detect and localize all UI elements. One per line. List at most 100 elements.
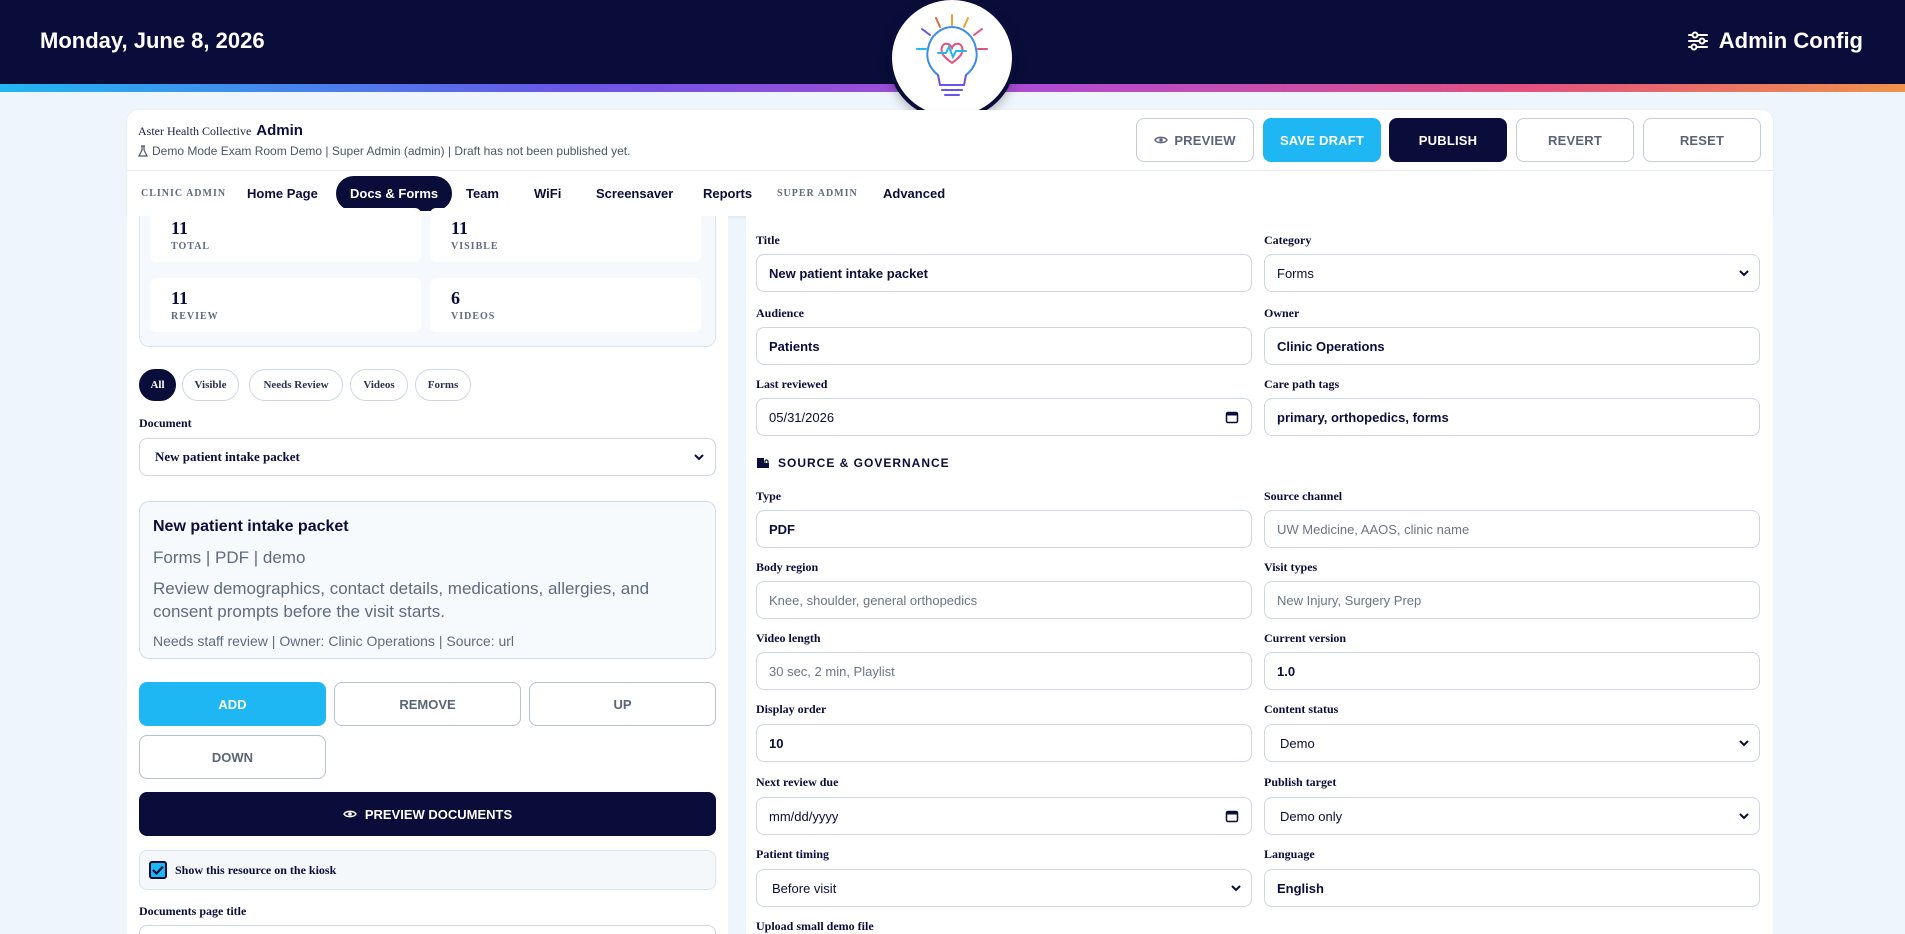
tab-docs-forms[interactable]: Docs & Forms (336, 176, 453, 211)
filter-visible[interactable]: Visible (182, 369, 239, 401)
patient-timing-select[interactable]: Before visit (756, 869, 1252, 907)
preview-documents-button[interactable]: PREVIEW DOCUMENTS (139, 792, 716, 836)
tab-reports[interactable]: Reports (703, 176, 752, 211)
tab-team[interactable]: Team (466, 176, 499, 211)
language-label: Language (1264, 847, 1315, 861)
chevron-down-icon (694, 454, 704, 461)
language-input[interactable]: English (1264, 869, 1760, 907)
tab-screensaver[interactable]: Screensaver (596, 176, 673, 211)
save-draft-button[interactable]: SAVE DRAFT (1263, 118, 1381, 162)
filter-forms[interactable]: Forms (415, 369, 471, 401)
kiosk-visibility-label: Show this resource on the kiosk (175, 862, 337, 877)
body-region-input[interactable]: Knee, shoulder, general orthopedics (756, 581, 1252, 619)
last-reviewed-value: 05/31/2026 (769, 409, 835, 425)
publish-target-label: Publish target (1264, 775, 1337, 789)
current-version-label: Current version (1264, 631, 1347, 645)
filter-videos[interactable]: Videos (350, 369, 408, 401)
title-input[interactable]: New patient intake packet (756, 254, 1252, 292)
content-status-label: Content status (1264, 702, 1339, 716)
org-line: Aster Health Collective Admin (138, 122, 303, 139)
stat-videos: 6 VIDEOS (430, 278, 701, 332)
org-name: Aster Health Collective (138, 124, 252, 138)
patient-timing-value: Before visit (772, 880, 837, 896)
up-button[interactable]: UP (529, 682, 716, 726)
chevron-down-icon (1739, 740, 1749, 747)
visit-types-label: Visit types (1264, 560, 1318, 574)
display-order-label: Display order (756, 702, 827, 716)
next-review-placeholder: mm/dd/yyyy (769, 808, 839, 824)
last-reviewed-date-input[interactable]: 05/31/2026 (756, 398, 1252, 436)
down-button[interactable]: DOWN (139, 735, 326, 779)
eye-icon (343, 810, 357, 818)
document-summary-card: New patient intake packet Forms | PDF | … (139, 501, 716, 659)
content-status-select[interactable]: Demo (1264, 724, 1760, 762)
audience-label: Audience (756, 306, 804, 320)
document-card-title: New patient intake packet (153, 518, 349, 535)
documents-page-title-label: Documents page title (139, 904, 247, 918)
documents-page-title-input[interactable] (139, 925, 716, 934)
chevron-down-icon (1739, 270, 1749, 277)
chevron-down-icon (1739, 813, 1749, 820)
reset-button[interactable]: RESET (1643, 118, 1761, 162)
next-review-date-input[interactable]: mm/dd/yyyy (756, 797, 1252, 835)
category-label: Category (1264, 233, 1312, 247)
visit-types-input[interactable]: New Injury, Surgery Prep (1264, 581, 1760, 619)
stat-label: VIDEOS (451, 311, 496, 322)
document-editor-panel: Title New patient intake packet Category… (746, 216, 1773, 934)
calendar-icon[interactable] (1225, 809, 1239, 823)
video-length-input[interactable]: 30 sec, 2 min, Playlist (756, 652, 1252, 690)
admin-config-label: Admin Config (1718, 28, 1863, 53)
calendar-icon[interactable] (1225, 410, 1239, 424)
tab-wifi[interactable]: WiFi (534, 176, 561, 211)
admin-config-button[interactable]: Admin Config (1687, 28, 1863, 54)
stat-value: 11 (171, 218, 189, 238)
stat-value: 6 (451, 288, 460, 308)
care-path-tags-input[interactable]: primary, orthopedics, forms (1264, 398, 1760, 436)
stat-value: 11 (451, 218, 469, 238)
stat-visible: 11 VISIBLE (430, 208, 701, 262)
check-icon (152, 865, 164, 875)
display-order-input[interactable]: 10 (756, 724, 1252, 762)
tab-advanced[interactable]: Advanced (883, 176, 945, 211)
publish-target-select[interactable]: Demo only (1264, 797, 1760, 835)
stat-value: 11 (171, 288, 189, 308)
add-button[interactable]: ADD (139, 682, 326, 726)
owner-label: Owner (1264, 306, 1300, 320)
filter-needs-review[interactable]: Needs Review (249, 369, 343, 401)
owner-input[interactable]: Clinic Operations (1264, 327, 1760, 365)
upload-label: Upload small demo file (756, 919, 874, 933)
stat-label: REVIEW (171, 311, 219, 322)
preview-button[interactable]: PREVIEW (1136, 118, 1254, 162)
admin-role: Admin (256, 122, 303, 139)
body-region-label: Body region (756, 560, 819, 574)
document-select[interactable]: New patient intake packet (139, 438, 716, 476)
source-channel-label: Source channel (1264, 489, 1343, 503)
video-length-label: Video length (756, 631, 821, 645)
revert-button[interactable]: REVERT (1516, 118, 1634, 162)
stat-label: VISIBLE (451, 241, 499, 252)
publish-target-value: Demo only (1280, 808, 1343, 824)
document-select-value: New patient intake packet (155, 449, 300, 464)
patient-timing-label: Patient timing (756, 847, 829, 861)
type-input[interactable]: PDF (756, 510, 1252, 548)
audience-input[interactable]: Patients (756, 327, 1252, 365)
building-lock-icon (757, 458, 769, 468)
category-select[interactable]: Forms (1264, 254, 1760, 292)
next-review-label: Next review due (756, 775, 839, 789)
current-date: Monday, June 8, 2026 (40, 28, 265, 53)
remove-button[interactable]: REMOVE (334, 682, 521, 726)
last-reviewed-label: Last reviewed (756, 377, 828, 391)
source-channel-input[interactable]: UW Medicine, AAOS, clinic name (1264, 510, 1760, 548)
kiosk-visibility-checkbox[interactable] (149, 861, 167, 879)
stat-total: 11 TOTAL (150, 208, 421, 262)
publish-button[interactable]: PUBLISH (1389, 118, 1507, 162)
filter-all[interactable]: All (139, 369, 176, 401)
eye-icon (1154, 136, 1169, 144)
flask-icon (138, 145, 148, 157)
tab-home-page[interactable]: Home Page (247, 176, 318, 211)
lightbulb-heart-icon (916, 14, 988, 96)
clinic-logo (888, 0, 1016, 120)
document-card-meta: Forms | PDF | demo (153, 548, 306, 567)
stats-grid: 11 TOTAL 11 VISIBLE 11 REVIEW 6 VIDEOS (139, 208, 716, 347)
current-version-input[interactable]: 1.0 (1264, 652, 1760, 690)
